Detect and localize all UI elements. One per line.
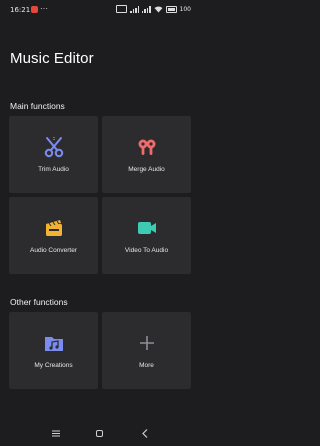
status-time: 16:21 <box>10 6 31 14</box>
earbuds-icon <box>138 139 155 155</box>
scissors-icon <box>44 137 63 158</box>
section-title-main: Main functions <box>10 101 65 111</box>
audio-converter-button[interactable]: Audio Converter <box>9 197 98 274</box>
audio-converter-label: Audio Converter <box>30 247 77 254</box>
recents-icon[interactable] <box>52 430 60 437</box>
more-label: More <box>139 362 154 369</box>
system-nav-bar <box>0 422 200 446</box>
battery-icon <box>165 5 177 13</box>
battery-level: 100 <box>179 5 191 13</box>
signal-icon-2 <box>141 5 151 13</box>
my-creations-label: My Creations <box>34 362 73 369</box>
music-folder-icon <box>44 337 63 351</box>
converter-icon <box>45 220 62 236</box>
nfc-icon <box>116 5 128 13</box>
merge-audio-button[interactable]: Merge Audio <box>102 116 191 193</box>
plus-icon <box>139 336 154 350</box>
page-title: Music Editor <box>10 50 94 67</box>
home-icon[interactable] <box>96 430 103 437</box>
wifi-icon <box>154 6 163 12</box>
back-icon[interactable] <box>141 429 149 438</box>
signal-icon <box>130 5 139 13</box>
video-to-audio-button[interactable]: Video To Audio <box>102 197 191 274</box>
more-notifications-icon: ··· <box>40 4 48 13</box>
status-bar: 16:21 ··· 100 <box>0 0 200 20</box>
status-indicators: 100 <box>116 5 191 13</box>
video-to-audio-label: Video To Audio <box>124 247 169 254</box>
my-creations-button[interactable]: My Creations <box>9 312 98 389</box>
notification-app-icon <box>31 6 38 13</box>
video-camera-icon <box>137 222 156 234</box>
merge-audio-label: Merge Audio <box>128 166 165 173</box>
section-title-other: Other functions <box>10 297 68 307</box>
trim-audio-label: Trim Audio <box>38 166 69 173</box>
trim-audio-button[interactable]: Trim Audio <box>9 116 98 193</box>
more-button[interactable]: More <box>102 312 191 389</box>
